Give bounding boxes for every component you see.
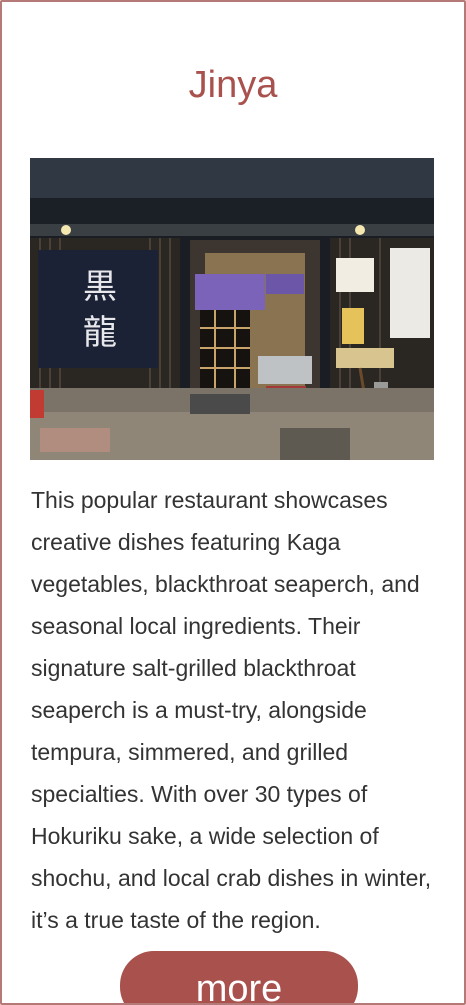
restaurant-title: Jinya [188, 64, 278, 106]
more-button[interactable]: more [120, 951, 358, 1005]
more-button-label: more [195, 968, 283, 1005]
svg-text:黒: 黒 [83, 267, 117, 307]
restaurant-card: Jinya 黒 龍 This popular restaurant showca… [0, 0, 466, 1005]
restaurant-photo: 黒 龍 [30, 158, 434, 460]
svg-text:龍: 龍 [83, 313, 117, 353]
restaurant-description: This popular restaurant showcases creati… [31, 487, 432, 933]
